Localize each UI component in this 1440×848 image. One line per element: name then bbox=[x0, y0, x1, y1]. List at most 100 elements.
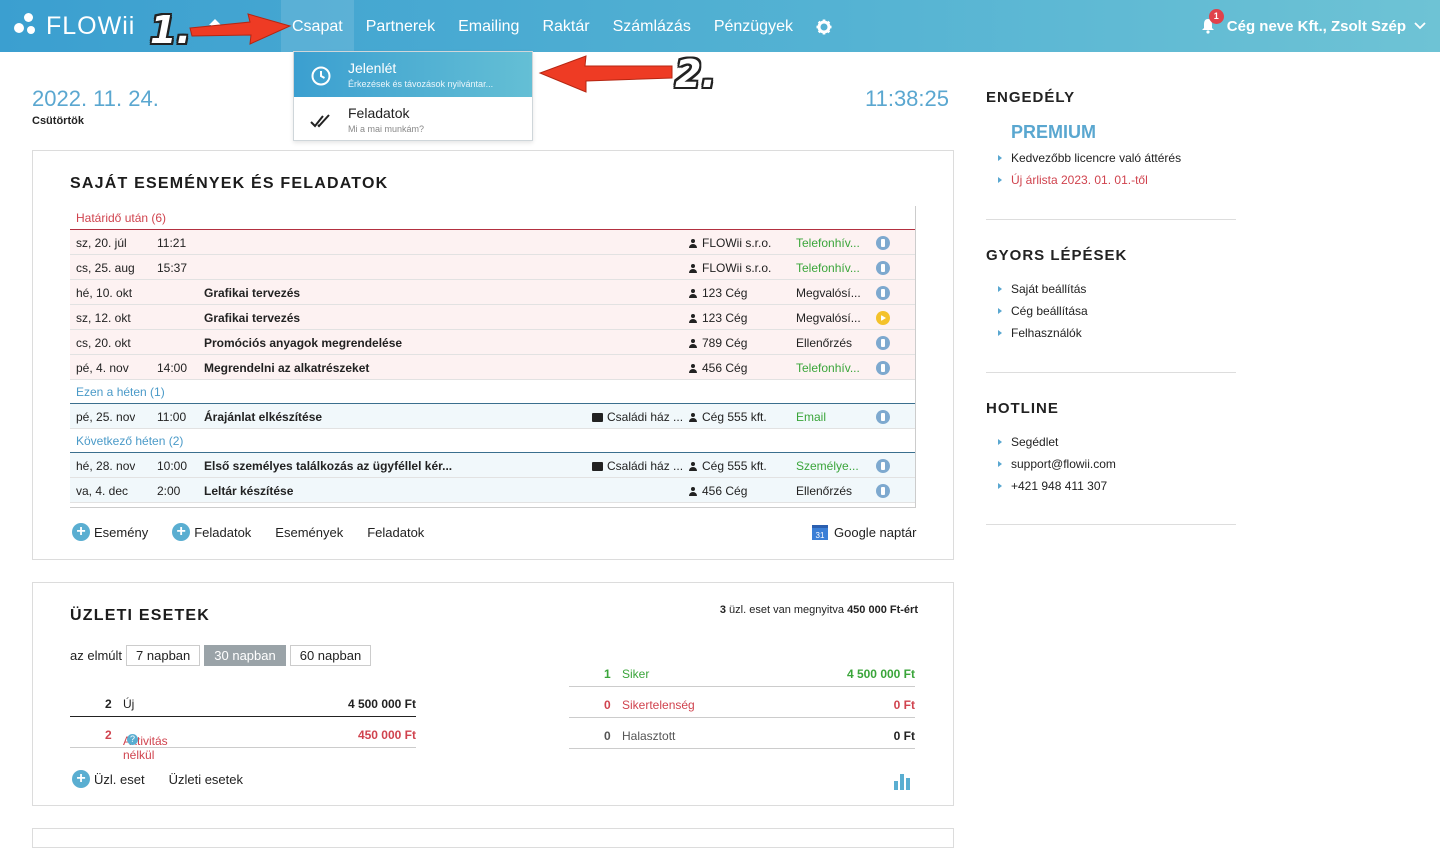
bell-icon[interactable]: 1 bbox=[1201, 9, 1224, 34]
users-link[interactable]: Felhasználók bbox=[998, 322, 1088, 344]
period-7-days[interactable]: 7 napban bbox=[126, 645, 201, 666]
event-time: 2:00 bbox=[157, 484, 181, 498]
user-menu[interactable]: 1 Cég neve Kft., Zsolt Szép bbox=[1201, 0, 1426, 52]
logo[interactable]: FLOWii bbox=[12, 8, 135, 44]
company-name: 456 Cég bbox=[702, 484, 748, 498]
flower-logo-icon bbox=[12, 11, 42, 41]
annotation-step-1: 1. bbox=[150, 8, 191, 52]
next-card bbox=[32, 828, 954, 848]
event-company[interactable]: FLOWii s.r.o. bbox=[689, 261, 785, 275]
period-60-days[interactable]: 60 napban bbox=[289, 645, 372, 666]
nav-penzugyek[interactable]: Pénzügyek bbox=[714, 0, 793, 52]
nav-raktar[interactable]: Raktár bbox=[542, 0, 589, 52]
event-type: Megvalósí... bbox=[796, 286, 861, 300]
hourglass-status-icon[interactable] bbox=[876, 410, 890, 424]
business-row-postponed[interactable]: 0 Halasztott 0 Ft bbox=[569, 723, 915, 749]
business-row-new[interactable]: 2 Új 4 500 000 Ft bbox=[70, 691, 416, 717]
nav-partnerek[interactable]: Partnerek bbox=[366, 0, 435, 52]
hourglass-status-icon[interactable] bbox=[876, 286, 890, 300]
events-link[interactable]: Események bbox=[275, 525, 343, 540]
hotline-title: HOTLINE bbox=[986, 400, 1059, 417]
google-calendar-link[interactable]: 31 Google naptár bbox=[812, 525, 916, 540]
hourglass-status-icon[interactable] bbox=[876, 236, 890, 250]
company-name: 123 Cég bbox=[702, 286, 748, 300]
event-row[interactable]: sz, 12. okt Grafikai tervezés 123 Cég Megva… bbox=[70, 305, 915, 330]
nav-emailing[interactable]: Emailing bbox=[458, 0, 519, 52]
count: 2 bbox=[105, 697, 112, 711]
business-links: + Üzl. eset Üzleti esetek bbox=[72, 770, 267, 788]
business-row-inactive[interactable]: 2 Aktivitás nélkül? 450 000 Ft bbox=[70, 722, 416, 762]
event-row[interactable]: sz, 20. júl 11:21 FLOWii s.r.o. Telefonhív.… bbox=[70, 230, 915, 255]
person-icon bbox=[689, 239, 697, 248]
events-table: Határidő után (6) sz, 20. júl 11:21 FLOWii… bbox=[70, 206, 916, 508]
group-this-week: Ezen a héten (1) bbox=[70, 380, 915, 404]
hourglass-status-icon[interactable] bbox=[876, 484, 890, 498]
tasks-link[interactable]: Feladatok bbox=[367, 525, 424, 540]
event-time: 11:21 bbox=[157, 236, 187, 250]
help-icon[interactable]: ? bbox=[127, 734, 138, 745]
company-settings-link[interactable]: Cég beállítása bbox=[998, 300, 1088, 322]
event-row[interactable]: va, 4. dec 2:00 Leltár készítése 456 Cég Ell… bbox=[70, 478, 915, 503]
chevron-down-icon bbox=[1414, 22, 1426, 30]
event-company[interactable]: 456 Cég bbox=[689, 361, 785, 375]
label: Siker bbox=[622, 667, 650, 681]
label: Halasztott bbox=[622, 729, 676, 743]
menu-item-jelenlet[interactable]: Jelenlét Érkezések és távozások nyilvánt… bbox=[294, 52, 532, 97]
hourglass-status-icon[interactable] bbox=[876, 459, 890, 473]
hourglass-status-icon[interactable] bbox=[876, 361, 890, 375]
company-name: FLOWii s.r.o. bbox=[702, 261, 772, 275]
value: 0 Ft bbox=[893, 729, 915, 743]
support-email-link[interactable]: support@flowii.com bbox=[998, 453, 1116, 475]
play-status-icon[interactable] bbox=[876, 311, 890, 325]
event-type: Ellenőrzés bbox=[796, 336, 853, 350]
business-row-success[interactable]: 1 Siker 4 500 000 Ft bbox=[569, 661, 915, 687]
event-row[interactable]: hé, 28. nov 10:00 Első személyes találkozá… bbox=[70, 453, 915, 478]
event-date: cs, 25. aug bbox=[76, 261, 135, 275]
event-company[interactable]: 123 Cég bbox=[689, 311, 785, 325]
license-upgrade-link[interactable]: Kedvezőbb licencre való áttérés bbox=[998, 147, 1181, 169]
business-cases-link[interactable]: Üzleti esetek bbox=[169, 772, 243, 787]
event-title: Leltár készítése bbox=[204, 484, 294, 498]
home-icon[interactable] bbox=[208, 18, 222, 32]
support-phone-link[interactable]: +421 948 411 307 bbox=[998, 475, 1116, 497]
period-30-days[interactable]: 30 napban bbox=[204, 645, 286, 666]
event-row[interactable]: cs, 20. okt Promóciós anyagok megrendelés… bbox=[70, 330, 915, 355]
menu-item-feladatok[interactable]: Feladatok Mi a mai munkám? bbox=[294, 97, 532, 142]
hourglass-status-icon[interactable] bbox=[876, 336, 890, 350]
own-settings-link[interactable]: Saját beállítás bbox=[998, 278, 1088, 300]
event-row[interactable]: pé, 25. nov 11:00 Árajánlat elkészítése Csa… bbox=[70, 404, 915, 429]
menu-item-subtitle: Érkezések és távozások nyilvántar... bbox=[348, 79, 494, 89]
business-row-failure[interactable]: 0 Sikertelenség 0 Ft bbox=[569, 692, 915, 718]
event-company[interactable]: 123 Cég bbox=[689, 286, 785, 300]
add-business-case-button[interactable]: + Üzl. eset bbox=[72, 770, 145, 788]
event-date: pé, 4. nov bbox=[76, 361, 129, 375]
bar-chart-icon[interactable] bbox=[893, 772, 911, 790]
count: 1 bbox=[604, 667, 611, 681]
event-company[interactable]: 789 Cég bbox=[689, 336, 785, 350]
gear-icon[interactable] bbox=[816, 19, 832, 35]
event-company[interactable]: Cég 555 kft. bbox=[689, 459, 785, 473]
value: 4 500 000 Ft bbox=[846, 667, 915, 681]
label: Új bbox=[123, 697, 135, 711]
person-icon bbox=[689, 364, 697, 373]
help-link[interactable]: Segédlet bbox=[998, 431, 1116, 453]
event-row[interactable]: hé, 10. okt Grafikai tervezés 123 Cég Megva… bbox=[70, 280, 915, 305]
hourglass-status-icon[interactable] bbox=[876, 261, 890, 275]
nav-szamlazas[interactable]: Számlázás bbox=[613, 0, 691, 52]
add-task-button[interactable]: + Feladatok bbox=[172, 523, 251, 541]
clock-icon bbox=[311, 66, 331, 86]
event-project: Családi ház ... bbox=[592, 410, 684, 424]
event-company[interactable]: Cég 555 kft. bbox=[689, 410, 785, 424]
event-company[interactable]: 456 Cég bbox=[689, 484, 785, 498]
event-row[interactable]: pé, 4. nov 14:00 Megrendelni az alkatrésze… bbox=[70, 355, 915, 380]
event-company[interactable]: FLOWii s.r.o. bbox=[689, 236, 785, 250]
event-date: hé, 28. nov bbox=[76, 459, 136, 473]
event-title: Első személyes találkozás az ügyféllel k… bbox=[204, 459, 453, 473]
event-row[interactable]: cs, 25. aug 15:37 FLOWii s.r.o. Telefonhív.… bbox=[70, 255, 915, 280]
link-label: Üzl. eset bbox=[94, 771, 145, 787]
event-project: Családi ház ... bbox=[592, 459, 684, 473]
price-list-link[interactable]: Új árlista 2023. 01. 01.-től bbox=[998, 169, 1181, 191]
nav-csapat[interactable]: Csapat bbox=[281, 0, 354, 52]
add-event-button[interactable]: + Esemény bbox=[72, 523, 148, 541]
license-title: ENGEDÉLY bbox=[986, 89, 1076, 106]
